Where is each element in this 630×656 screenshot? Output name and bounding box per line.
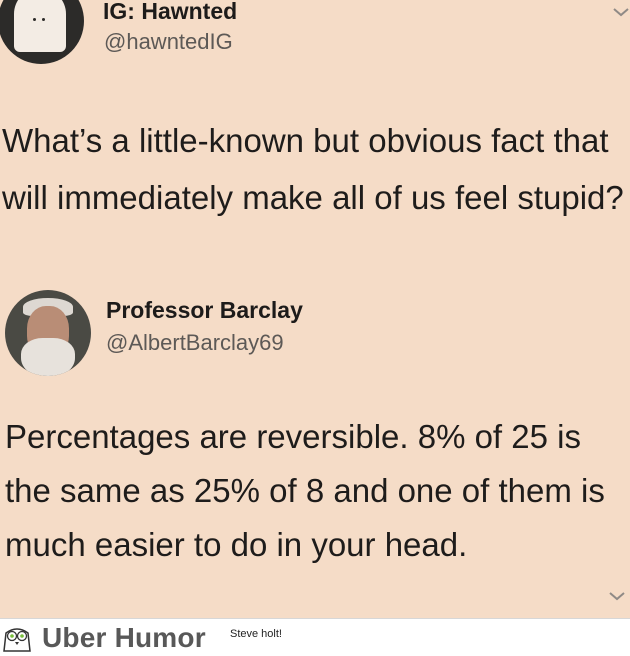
hawnted-avatar[interactable] [0,0,84,64]
tweet1-text: What’s a little-known but obvious fact t… [2,122,624,216]
tweet1-display-name[interactable]: IG: Hawnted [103,0,237,25]
chevron-down-icon[interactable] [608,590,626,602]
tweet2-handle[interactable]: @AlbertBarclay69 [106,330,284,356]
tweet-reply: Professor Barclay @AlbertBarclay69 Perce… [0,282,630,618]
post-caption: Steve holt! [230,628,282,640]
tweet1-handle[interactable]: @hawntedIG [104,29,233,55]
barclay-avatar[interactable] [5,290,91,376]
tweet2-display-name[interactable]: Professor Barclay [106,297,303,324]
tweet2-text: Percentages are reversible. 8% of 25 is … [5,418,605,563]
chevron-down-icon[interactable] [612,6,630,18]
avatar-beard [21,338,75,376]
owl-icon[interactable] [0,625,34,653]
tweet-question: IG: Hawnted @hawntedIG What’s a little-k… [0,0,630,290]
brand-name[interactable]: Uber Humor [42,622,206,654]
site-footer: Uber Humor Steve holt! [0,618,630,656]
ghost-icon [14,0,66,52]
